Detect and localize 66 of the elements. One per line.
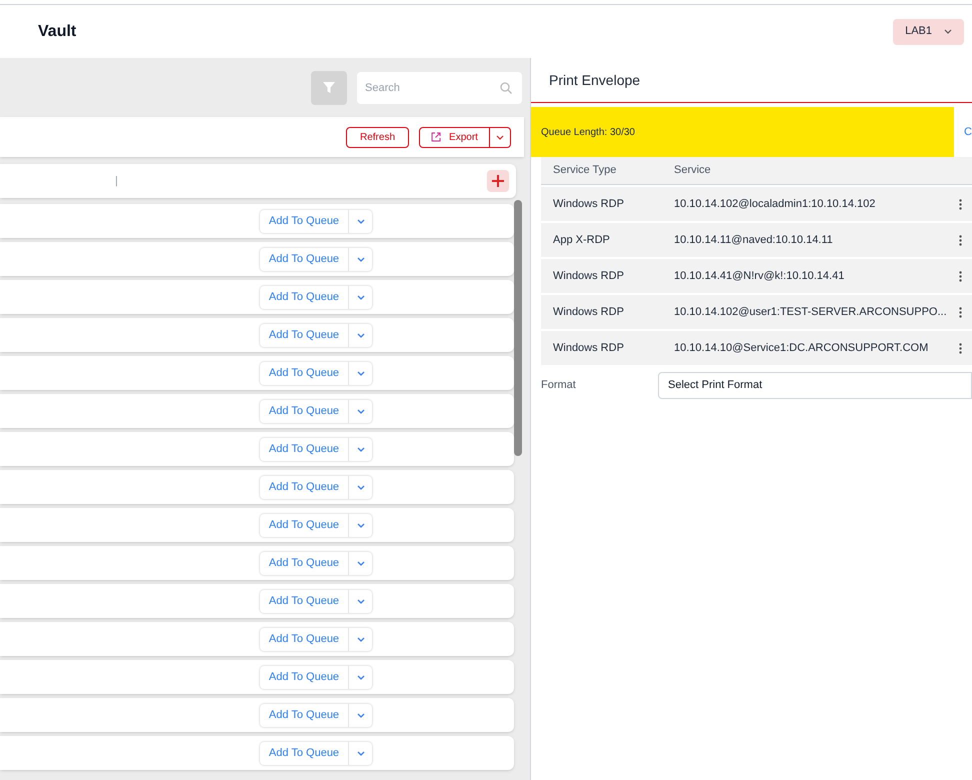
add-to-queue-button[interactable]: Add To Queue: [260, 742, 348, 764]
plus-icon: [492, 175, 504, 187]
table-cell-text: 10.10.14.11@naved:10.10.14.11: [674, 232, 834, 248]
table-cell-text: Windows RDP: [552, 304, 625, 320]
chevron-down-icon: [356, 522, 364, 528]
queue-length-text: Queue Length: 30/30: [541, 126, 635, 140]
more-icon: [959, 198, 962, 210]
panel-title: Print Envelope: [549, 70, 640, 90]
chevron-down-icon: [356, 750, 364, 756]
column-header: Service: [674, 163, 711, 178]
app-title: Vault: [38, 22, 76, 42]
column-separator: |: [115, 174, 118, 189]
table-cell-text: 10.10.14.10@Service1:DC.ARCONSUPPORT.COM: [674, 340, 930, 356]
add-to-queue-button[interactable]: Add To Queue: [260, 324, 348, 346]
refresh-button[interactable]: Refresh: [346, 126, 409, 148]
add-to-queue-button[interactable]: Add To Queue: [260, 514, 348, 536]
chevron-down-icon: [356, 674, 364, 680]
filter-button[interactable]: [311, 70, 347, 104]
add-to-queue-button[interactable]: Add To Queue: [260, 704, 348, 726]
table-cell-text: 10.10.14.102@localadmin1:10.10.14.102: [674, 196, 876, 212]
lab-dropdown[interactable]: LAB1: [893, 18, 964, 44]
external-link-icon: [431, 132, 442, 142]
chevron-down-icon: [356, 370, 364, 376]
add-to-queue-button[interactable]: Add To Queue: [260, 628, 348, 650]
filter-icon: [323, 82, 335, 94]
table-cell-text: 10.10.14.102@user1:TEST-SERVER.ARCONSUPPO...: [674, 304, 948, 320]
chevron-down-icon: [356, 636, 364, 642]
add-to-queue-button[interactable]: Add To Queue: [260, 590, 348, 612]
more-icon: [959, 270, 962, 282]
chevron-down-icon: [356, 560, 364, 566]
add-to-queue-button[interactable]: Add To Queue: [260, 362, 348, 384]
chevron-down-icon: [356, 332, 364, 338]
add-to-queue-button[interactable]: Add To Queue: [260, 552, 348, 574]
add-to-queue-button[interactable]: Add To Queue: [260, 210, 348, 232]
table-cell-text: 10.10.14.41@N!rv@k!:10.10.14.41: [674, 268, 846, 284]
chevron-down-icon: [496, 134, 504, 140]
add-to-queue-button[interactable]: Add To Queue: [260, 248, 348, 270]
search-field[interactable]: Search: [357, 72, 522, 104]
more-icon: [959, 342, 962, 354]
chevron-down-icon: [356, 218, 364, 224]
chevron-down-icon: [356, 712, 364, 718]
table-cell-text: Windows RDP: [552, 268, 625, 284]
scrollbar[interactable]: [514, 200, 522, 456]
search-icon: [500, 82, 512, 94]
table-cell-text: Windows RDP: [552, 340, 625, 356]
chevron-down-icon: [356, 256, 364, 262]
format-label: Format: [541, 378, 577, 394]
chevron-down-icon: [356, 408, 364, 414]
chevron-down-icon: [356, 484, 364, 490]
more-icon: [959, 234, 962, 246]
format-select[interactable]: Select Print Format: [658, 372, 972, 399]
chevron-down-icon: [356, 598, 364, 604]
chevron-down-icon: [356, 446, 364, 452]
link[interactable]: C: [964, 124, 972, 140]
add-to-queue-button[interactable]: Add To Queue: [260, 400, 348, 422]
chevron-down-icon: [356, 294, 364, 300]
table-cell-text: App X-RDP: [552, 232, 611, 248]
more-icon: [959, 306, 962, 318]
add-to-queue-button[interactable]: Add To Queue: [260, 286, 348, 308]
table-cell-text: Windows RDP: [552, 196, 625, 212]
add-to-queue-button[interactable]: Add To Queue: [260, 666, 348, 688]
add-to-queue-button[interactable]: Add To Queue: [260, 438, 348, 460]
chevron-down-icon: [944, 29, 952, 34]
add-to-queue-button[interactable]: Add To Queue: [260, 476, 348, 498]
column-header: Service Type: [552, 163, 618, 178]
add-button[interactable]: [487, 170, 509, 192]
